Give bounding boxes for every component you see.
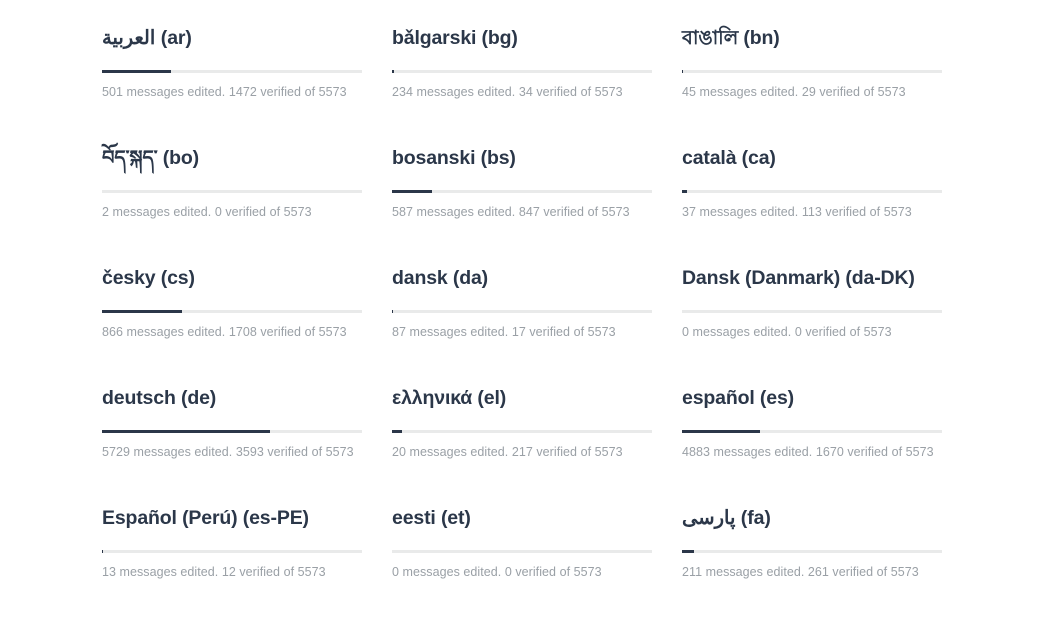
language-card-es[interactable]: español (es) 4883 messages edited. 1670 v…	[682, 382, 972, 502]
translation-progress-bar	[392, 430, 652, 433]
translation-progress-fill	[682, 70, 684, 73]
translation-progress-bar	[102, 550, 362, 553]
language-card-et[interactable]: eesti (et) 0 messages edited. 0 verified …	[392, 502, 682, 622]
language-stats: 13 messages edited. 12 verified of 5573	[102, 565, 326, 579]
language-card-el[interactable]: ελληνικά (el) 20 messages edited. 217 ver…	[392, 382, 682, 502]
translation-progress-fill	[682, 550, 695, 553]
translation-progress-bar	[392, 70, 652, 73]
translation-progress-bar	[682, 550, 942, 553]
translation-progress-bar	[392, 550, 652, 553]
language-card-ca[interactable]: català (ca) 37 messages edited. 113 verif…	[682, 142, 972, 262]
language-stats: 4883 messages edited. 1670 verified of 5…	[682, 445, 934, 459]
translation-progress-fill	[392, 310, 393, 313]
translation-progress-fill	[392, 190, 432, 193]
language-name: bǎlgarski (bg)	[392, 27, 518, 49]
language-name: česky (cs)	[102, 267, 195, 289]
language-name: deutsch (de)	[102, 387, 217, 409]
language-name: বাঙালি (bn)	[682, 27, 780, 49]
language-name: ελληνικά (el)	[392, 387, 507, 409]
language-stats: 501 messages edited. 1472 verified of 55…	[102, 85, 347, 99]
language-name: español (es)	[682, 387, 794, 409]
language-stats: 20 messages edited. 217 verified of 5573	[392, 445, 623, 459]
translation-progress-fill	[102, 70, 171, 73]
language-stats: 234 messages edited. 34 verified of 5573	[392, 85, 623, 99]
language-stats: 0 messages edited. 0 verified of 5573	[392, 565, 602, 579]
language-stats: 87 messages edited. 17 verified of 5573	[392, 325, 616, 339]
language-card-fa[interactable]: پارسی (fa) 211 messages edited. 261 verif…	[682, 502, 972, 622]
language-stats: 0 messages edited. 0 verified of 5573	[682, 325, 892, 339]
translation-progress-bar	[682, 70, 942, 73]
language-card-cs[interactable]: česky (cs) 866 messages edited. 1708 veri…	[102, 262, 392, 382]
translation-progress-fill	[682, 190, 688, 193]
language-card-de[interactable]: deutsch (de) 5729 messages edited. 3593 v…	[102, 382, 392, 502]
language-name: پارسی (fa)	[682, 507, 771, 529]
language-name: Español (Perú) (es-PE)	[102, 507, 309, 529]
language-name: བོད་སྐད་ (bo)	[102, 147, 200, 169]
translation-progress-bar	[392, 310, 652, 313]
translation-progress-bar	[102, 70, 362, 73]
translation-progress-bar	[682, 430, 942, 433]
translation-progress-bar	[102, 190, 362, 193]
translation-progress-fill	[682, 430, 760, 433]
language-stats: 37 messages edited. 113 verified of 5573	[682, 205, 912, 219]
language-stats: 5729 messages edited. 3593 verified of 5…	[102, 445, 354, 459]
translation-progress-bar	[102, 430, 362, 433]
language-card-da-DK[interactable]: Dansk (Danmark) (da-DK) 0 messages edited…	[682, 262, 972, 382]
translation-progress-fill	[392, 70, 394, 73]
language-name: العربية (ar)	[102, 27, 192, 49]
language-grid: العربية (ar) 501 messages edited. 1472 ve…	[0, 0, 1042, 622]
translation-progress-bar	[392, 190, 652, 193]
language-card-da[interactable]: dansk (da) 87 messages edited. 17 verifie…	[392, 262, 682, 382]
language-card-bn[interactable]: বাঙালি (bn) 45 messages edited. 29 verifi…	[682, 22, 972, 142]
language-stats: 2 messages edited. 0 verified of 5573	[102, 205, 312, 219]
language-stats: 866 messages edited. 1708 verified of 55…	[102, 325, 347, 339]
translation-progress-fill	[102, 310, 182, 313]
language-card-bg[interactable]: bǎlgarski (bg) 234 messages edited. 34 ve…	[392, 22, 682, 142]
language-card-ar[interactable]: العربية (ar) 501 messages edited. 1472 ve…	[102, 22, 392, 142]
translation-progress-bar	[682, 310, 942, 313]
translation-progress-fill	[102, 550, 103, 553]
translation-progress-bar	[682, 190, 942, 193]
translation-progress-bar	[102, 310, 362, 313]
language-name: català (ca)	[682, 147, 776, 169]
translation-progress-fill	[102, 430, 270, 433]
translation-progress-fill	[392, 430, 403, 433]
language-stats: 587 messages edited. 847 verified of 557…	[392, 205, 630, 219]
language-card-bo[interactable]: བོད་སྐད་ (bo) 2 messages edited. 0 verifi…	[102, 142, 392, 262]
language-name: bosanski (bs)	[392, 147, 516, 169]
language-stats: 45 messages edited. 29 verified of 5573	[682, 85, 906, 99]
language-stats: 211 messages edited. 261 verified of 557…	[682, 565, 919, 579]
language-name: eesti (et)	[392, 507, 471, 529]
language-name: dansk (da)	[392, 267, 489, 289]
language-name: Dansk (Danmark) (da-DK)	[682, 267, 915, 289]
language-card-es-PE[interactable]: Español (Perú) (es-PE) 13 messages edited…	[102, 502, 392, 622]
language-card-bs[interactable]: bosanski (bs) 587 messages edited. 847 ve…	[392, 142, 682, 262]
